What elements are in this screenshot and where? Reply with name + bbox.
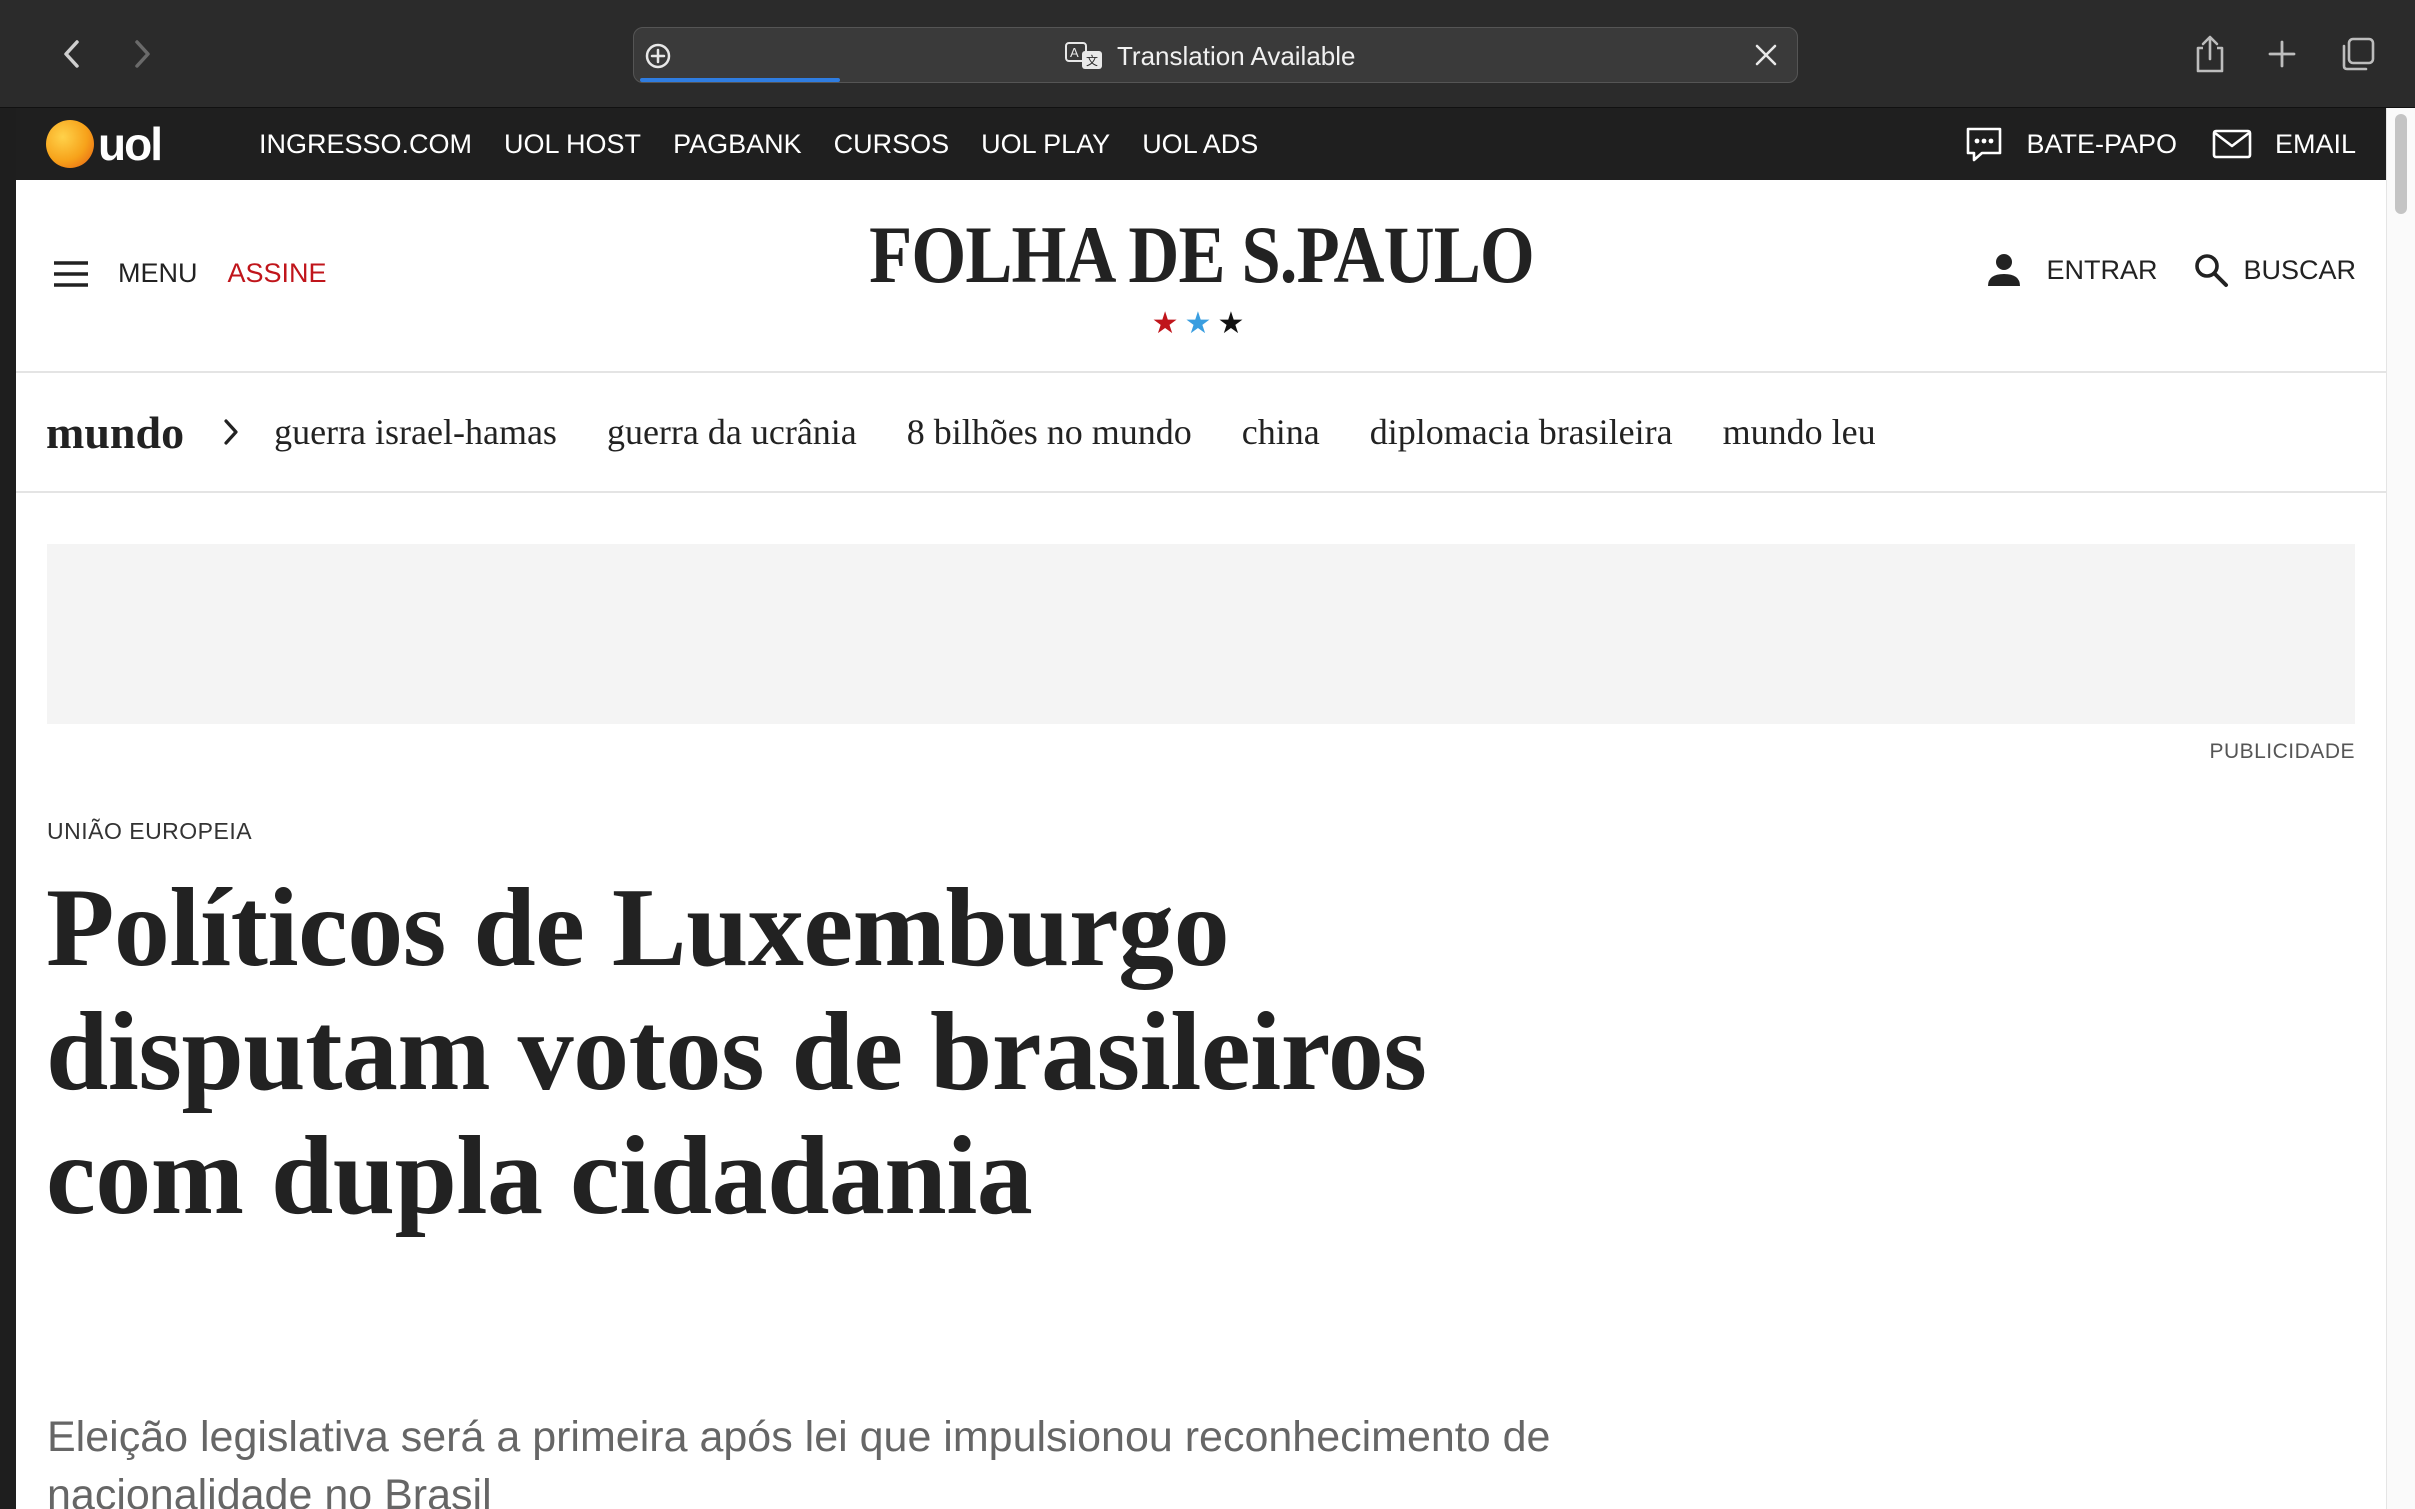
search-icon[interactable]	[2193, 252, 2229, 288]
article-kicker[interactable]: UNIÃO EUROPEIA	[47, 818, 252, 845]
star-red-icon: ★	[1151, 307, 1185, 340]
topic-link[interactable]: mundo leu	[1723, 411, 1876, 453]
chevron-right-icon	[135, 40, 150, 68]
svg-text:文: 文	[1086, 53, 1098, 68]
star-blue-icon: ★	[1184, 307, 1218, 340]
article-standfirst: Eleição legislativa será a primeira após…	[47, 1413, 1551, 1509]
browser-toolbar: A文 Translation Available	[0, 0, 2415, 108]
search-link[interactable]: BUSCAR	[2243, 255, 2356, 286]
topic-link[interactable]: 8 bilhões no mundo	[907, 411, 1192, 453]
web-page: uol INGRESSO.COM UOL HOST PAGBANK CURSOS…	[16, 108, 2386, 1509]
uol-top-bar: uol INGRESSO.COM UOL HOST PAGBANK CURSOS…	[16, 108, 2386, 180]
article-headline: Políticos de Luxemburgo disputam votos d…	[46, 866, 1427, 1238]
address-bar[interactable]: A文 Translation Available	[633, 27, 1798, 83]
user-actions: ENTRAR BUSCAR	[1986, 252, 2356, 288]
site-header: MENU ASSINE FOLHA DE S.PAULO ★★★ ENTRAR …	[16, 180, 2386, 373]
uol-link[interactable]: UOL HOST	[504, 129, 641, 160]
page-scrollbar[interactable]	[2386, 108, 2415, 1509]
chat-icon[interactable]	[1964, 124, 2004, 164]
star-black-icon: ★	[1217, 307, 1251, 340]
uol-logo[interactable]: uol	[46, 118, 163, 170]
translate-icon[interactable]: A文	[1064, 41, 1106, 76]
tab-overview-icon	[2342, 37, 2375, 71]
login-link[interactable]: ENTRAR	[2046, 255, 2157, 286]
email-icon[interactable]	[2211, 128, 2253, 160]
svg-text:A: A	[1070, 45, 1079, 60]
topic-link[interactable]: guerra israel-hamas	[274, 411, 557, 453]
page-load-progress	[640, 78, 840, 82]
topic-link[interactable]: guerra da ucrânia	[607, 411, 857, 453]
email-link[interactable]: EMAIL	[2275, 129, 2356, 160]
section-nav: mundo guerra israel-hamas guerra da ucrâ…	[16, 373, 2386, 493]
topic-link[interactable]: china	[1242, 411, 1320, 453]
uol-link[interactable]: UOL ADS	[1142, 129, 1258, 160]
uol-actions: BATE-PAPO EMAIL	[1964, 108, 2356, 180]
ad-slot[interactable]	[47, 544, 2355, 724]
uol-links: INGRESSO.COM UOL HOST PAGBANK CURSOS UOL…	[259, 108, 1290, 180]
site-settings-icon[interactable]	[644, 42, 672, 75]
brand-name: FOLHA DE S.PAULO	[868, 209, 1535, 300]
back-button[interactable]	[48, 30, 96, 78]
uol-link[interactable]: UOL PLAY	[981, 129, 1110, 160]
forward-button[interactable]	[118, 30, 166, 78]
share-icon	[2196, 35, 2224, 73]
chevron-right-icon	[222, 417, 240, 447]
brand-stars: ★★★	[16, 306, 2386, 341]
uol-logo-mark	[46, 120, 94, 168]
share-button[interactable]	[2186, 30, 2234, 78]
tab-overview-button[interactable]	[2334, 30, 2382, 78]
user-icon[interactable]	[1986, 252, 2022, 288]
chevron-left-icon	[64, 40, 79, 68]
ad-label: PUBLICIDADE	[2209, 740, 2355, 763]
uol-link[interactable]: CURSOS	[834, 129, 950, 160]
section-title[interactable]: mundo	[46, 406, 184, 459]
chat-link[interactable]: BATE-PAPO	[2026, 129, 2177, 160]
close-icon[interactable]	[1753, 42, 1779, 73]
address-bar-text: Translation Available	[1117, 41, 1356, 71]
new-tab-button[interactable]	[2258, 30, 2306, 78]
uol-link[interactable]: INGRESSO.COM	[259, 129, 472, 160]
new-tab-icon	[2268, 40, 2296, 68]
uol-logo-text: uol	[98, 118, 163, 170]
uol-link[interactable]: PAGBANK	[673, 129, 802, 160]
topic-link[interactable]: diplomacia brasileira	[1370, 411, 1673, 453]
scrollbar-thumb[interactable]	[2395, 114, 2407, 214]
